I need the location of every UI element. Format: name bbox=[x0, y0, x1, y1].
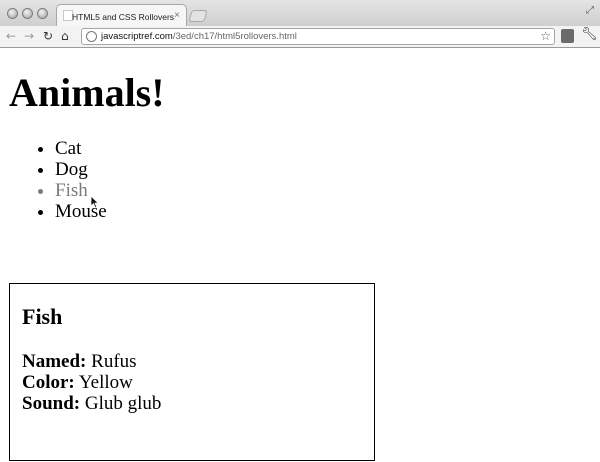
extension-icon[interactable] bbox=[561, 29, 574, 43]
info-named-value: Rufus bbox=[91, 351, 137, 372]
url-text: javascriptref.com/3ed/ch17/html5rollover… bbox=[101, 31, 297, 42]
tab-title: HTML5 and CSS Rollovers bbox=[72, 12, 175, 22]
wrench-icon[interactable]: 🔧︎ bbox=[581, 27, 598, 42]
tab-close-icon[interactable]: × bbox=[174, 10, 180, 21]
url-host: javascriptref.com bbox=[101, 31, 173, 42]
close-window-button[interactable] bbox=[7, 8, 18, 19]
mouse-pointer-icon bbox=[90, 195, 100, 209]
globe-icon bbox=[86, 31, 97, 42]
info-named-label: Named: bbox=[22, 351, 87, 372]
fullscreen-icon[interactable]: ⤢ bbox=[586, 5, 594, 16]
info-row-sound: Sound: Glub glub bbox=[22, 393, 161, 414]
url-path: /3ed/ch17/html5rollovers.html bbox=[172, 31, 297, 42]
info-sound-label: Sound: bbox=[22, 393, 81, 414]
back-arrow-icon[interactable]: ← bbox=[6, 28, 16, 44]
reload-icon[interactable]: ↻ bbox=[43, 28, 53, 44]
home-icon[interactable]: ⌂ bbox=[61, 28, 69, 44]
info-row-named: Named: Rufus bbox=[22, 351, 137, 372]
browser-tab[interactable]: HTML5 and CSS Rollovers × bbox=[56, 4, 187, 27]
info-color-value: Yellow bbox=[78, 372, 133, 393]
window-titlebar: HTML5 and CSS Rollovers × ⤢ bbox=[0, 0, 600, 27]
zoom-window-button[interactable] bbox=[37, 8, 48, 19]
animal-item-cat[interactable]: Cat bbox=[55, 138, 107, 159]
minimize-window-button[interactable] bbox=[22, 8, 33, 19]
page-title: Animals! bbox=[9, 70, 165, 115]
forward-arrow-icon[interactable]: → bbox=[24, 28, 34, 44]
address-bar[interactable]: javascriptref.com/3ed/ch17/html5rollover… bbox=[81, 28, 555, 45]
info-row-color: Color: Yellow bbox=[22, 372, 133, 393]
info-title: Fish bbox=[22, 304, 63, 329]
browser-toolbar: ← → ↻ ⌂ javascriptref.com/3ed/ch17/html5… bbox=[0, 26, 600, 48]
animal-info-box: Fish Named: Rufus Color: Yellow Sound: G… bbox=[9, 283, 375, 461]
animal-item-dog[interactable]: Dog bbox=[55, 159, 107, 180]
bookmark-star-icon[interactable]: ☆ bbox=[540, 29, 551, 43]
info-sound-value: Glub glub bbox=[84, 393, 162, 414]
info-color-label: Color: bbox=[22, 372, 75, 393]
new-tab-button[interactable] bbox=[188, 10, 208, 22]
animal-list: Cat Dog Fish Mouse bbox=[0, 138, 107, 222]
